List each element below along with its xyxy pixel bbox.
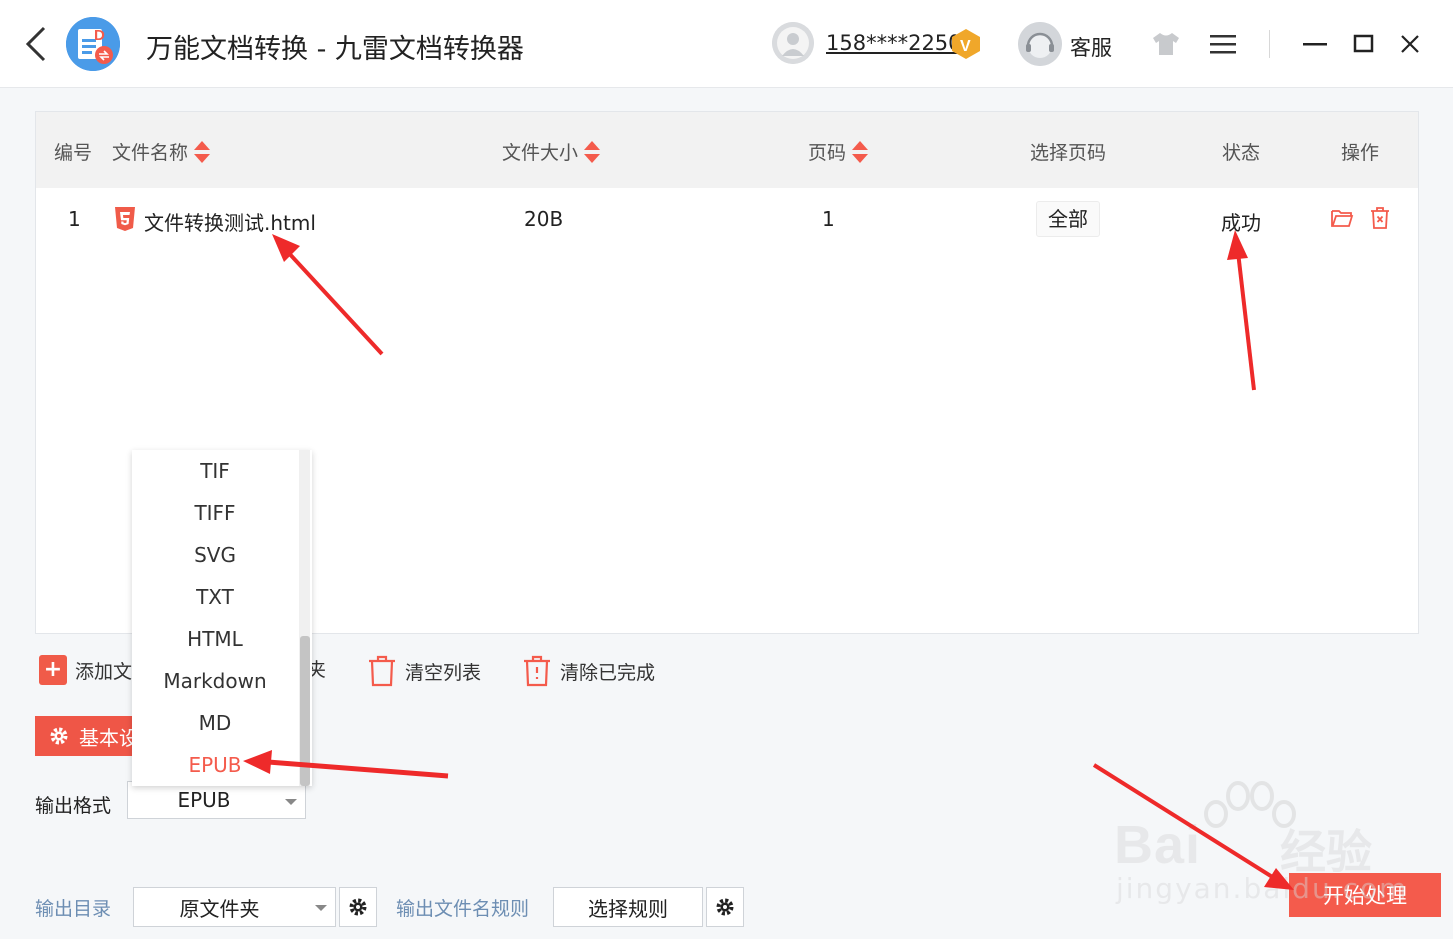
clear-completed-button[interactable]: 清除已完成 xyxy=(522,655,655,687)
output-dir-settings-button[interactable] xyxy=(339,887,377,927)
back-arrow-icon[interactable] xyxy=(22,24,52,64)
page-range-select[interactable]: 全部 xyxy=(1036,201,1100,237)
account-name[interactable]: 158****2250 xyxy=(826,31,962,55)
gear-icon xyxy=(349,898,367,916)
column-header-actions: 操作 xyxy=(1341,142,1380,164)
logo-letter: D xyxy=(94,27,105,44)
gear-icon xyxy=(50,727,68,745)
clear-list-button[interactable]: 清空列表 xyxy=(367,655,481,687)
html5-file-icon xyxy=(115,207,135,231)
chevron-down-icon xyxy=(285,799,297,805)
filename-rule-label: 输出文件名规则 xyxy=(396,898,530,920)
format-option-tif[interactable]: TIF xyxy=(132,450,298,492)
output-dir-select[interactable]: 原文件夹 xyxy=(133,887,336,927)
format-option-txt[interactable]: TXT xyxy=(132,576,298,618)
minimize-icon[interactable] xyxy=(1302,32,1328,56)
add-file-button[interactable]: + 添加文 xyxy=(39,655,132,685)
watermark: Bai 经验 jingyan.baidu.com xyxy=(1112,780,1406,910)
close-icon[interactable] xyxy=(1398,32,1422,56)
dropdown-scroll-thumb[interactable] xyxy=(300,636,310,786)
format-dropdown-list: EPUB MD Markdown HTML TXT SVG TIFF TIF xyxy=(132,450,312,786)
row-index: 1 xyxy=(68,207,81,231)
row-file-name: 文件转换测试.html xyxy=(144,211,316,235)
row-status: 成功 xyxy=(1221,211,1261,235)
column-header-name[interactable]: 文件名称 xyxy=(112,138,211,165)
maximize-icon[interactable] xyxy=(1352,32,1376,56)
app-title: 万能文档转换 - 九雷文档转换器 xyxy=(146,34,524,65)
app-logo-icon: D xyxy=(66,17,120,71)
customer-service-link[interactable]: 客服 xyxy=(1070,32,1112,62)
row-page-count: 1 xyxy=(822,207,835,231)
column-header-pages[interactable]: 页码 xyxy=(808,138,869,165)
titlebar-divider xyxy=(1269,30,1270,58)
column-header-page-select: 选择页码 xyxy=(1030,142,1107,164)
watermark-domain: jingyan.baidu.com xyxy=(1116,872,1409,905)
output-dir-label: 输出目录 xyxy=(35,898,112,920)
watermark-brand: Bai xyxy=(1114,815,1202,875)
menu-icon[interactable] xyxy=(1210,33,1236,55)
output-format-label: 输出格式 xyxy=(35,795,112,817)
gear-icon xyxy=(716,898,734,916)
vip-badge-icon: V xyxy=(952,29,980,59)
format-option-svg[interactable]: SVG xyxy=(132,534,298,576)
trash-icon xyxy=(524,655,550,687)
filename-rule-button[interactable]: 选择规则 xyxy=(553,887,703,927)
column-header-size[interactable]: 文件大小 xyxy=(502,138,601,165)
output-format-select[interactable]: EPUB xyxy=(127,781,306,819)
sort-icon[interactable] xyxy=(851,140,869,164)
trash-icon xyxy=(369,655,395,687)
format-option-tiff[interactable]: TIFF xyxy=(132,492,298,534)
title-bar: D 万能文档转换 - 九雷文档转换器 158****2250 V 客服 xyxy=(0,0,1453,88)
chevron-down-icon xyxy=(315,905,327,911)
filename-rule-settings-button[interactable] xyxy=(706,887,744,927)
column-header-status: 状态 xyxy=(1222,142,1261,164)
delete-icon[interactable] xyxy=(1368,206,1392,230)
table-row[interactable]: 1 文件转换测试.html 20B 1 全部 成功 xyxy=(36,188,1418,250)
skin-shirt-icon[interactable] xyxy=(1152,32,1180,56)
column-header-index: 编号 xyxy=(54,142,93,164)
plus-icon: + xyxy=(39,655,67,685)
sort-icon[interactable] xyxy=(583,140,601,164)
table-header: 编号 文件名称 文件大小 页码 选择页码 状态 操作 xyxy=(36,112,1418,188)
svg-text:V: V xyxy=(960,38,971,55)
user-avatar[interactable] xyxy=(772,22,814,64)
format-option-html[interactable]: HTML xyxy=(132,618,298,660)
sort-icon[interactable] xyxy=(193,140,211,164)
format-option-md[interactable]: MD xyxy=(132,702,298,744)
format-option-markdown[interactable]: Markdown xyxy=(132,660,298,702)
format-option-epub[interactable]: EPUB xyxy=(132,744,298,786)
service-avatar-icon[interactable] xyxy=(1018,22,1062,66)
row-file-size: 20B xyxy=(524,207,564,231)
open-folder-icon[interactable] xyxy=(1330,206,1354,230)
